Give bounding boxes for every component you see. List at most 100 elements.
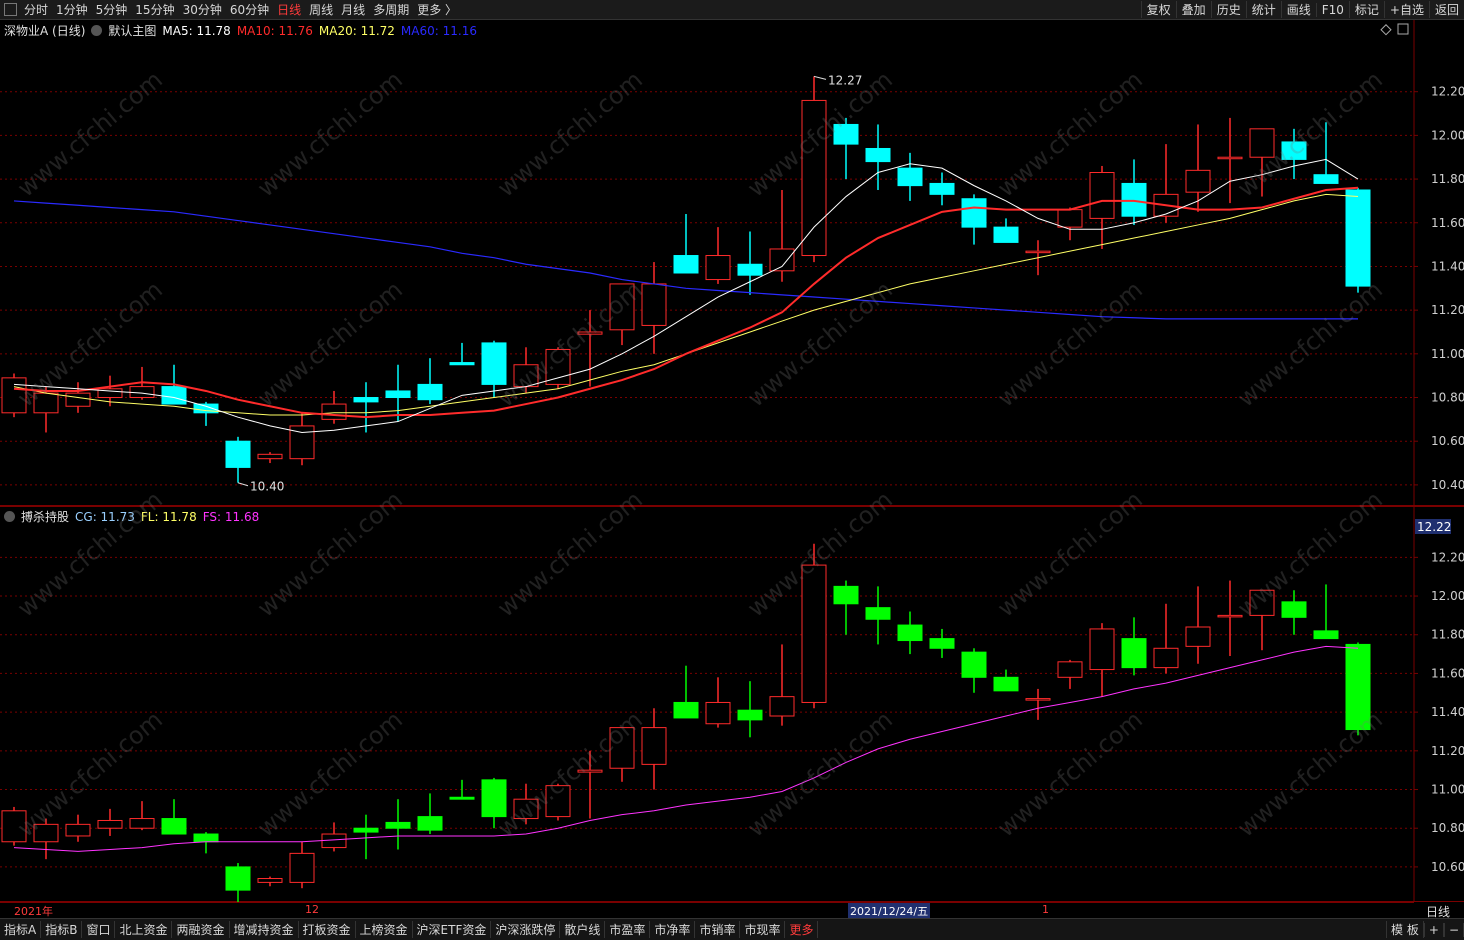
period-tab-8[interactable]: 月线: [337, 1, 369, 18]
ind-candle-body-36: [1153, 647, 1179, 669]
ind-candle-body-37: [1185, 626, 1211, 647]
ind-candle-body-24: [769, 696, 795, 717]
bottom-tab-4[interactable]: 两融资金: [172, 921, 230, 938]
toolbar-button-1[interactable]: 叠加: [1175, 1, 1211, 18]
main-y-tick-label-9: 10.40: [1431, 478, 1464, 492]
main-candle-body-12: [385, 390, 411, 399]
bottom-tab-1[interactable]: 指标B: [41, 921, 83, 938]
period-toolbar: 分时 1分钟 5分钟 15分钟 30分钟 60分钟 日线 周线 月线 多周期 更多 〉 复权 叠加 历史…: [0, 0, 1464, 20]
ind-candle-body-11: [353, 827, 379, 833]
ind-y-tick-label-6: 11.00: [1431, 783, 1464, 797]
toolbar-button-8[interactable]: 返回: [1428, 1, 1464, 18]
bottom-right-button-0[interactable]: 模 板: [1386, 921, 1424, 938]
ind-y-tick-label-1: 12.00: [1431, 589, 1464, 603]
bottom-tab-14[interactable]: 市现率: [740, 921, 786, 938]
indicator-chart[interactable]: 12.20 12.00 11.80 11.60 11.40 11.20 11.00 10.80…: [0, 506, 1464, 904]
bottom-tab-2[interactable]: 窗口: [82, 921, 116, 938]
cursor-date-label: 2021/12/24/五: [848, 903, 931, 919]
period-tab-5[interactable]: 60分钟: [226, 1, 273, 18]
period-tab-1[interactable]: 1分钟: [52, 1, 92, 18]
ind-y-tick-label-8: 10.60: [1431, 860, 1464, 874]
ind-y-tick-label-2: 11.80: [1431, 628, 1464, 642]
main-candle-body-11: [353, 397, 379, 403]
template-name[interactable]: 默认主图: [108, 22, 156, 39]
main-candle-body-24: [769, 248, 795, 272]
date-month-label-1: 1: [1042, 903, 1049, 916]
ma-legend-3: MA60: 11.16: [400, 23, 477, 38]
period-tab-0[interactable]: 分时: [20, 1, 52, 18]
main-candle-body-41: [1313, 174, 1339, 184]
period-tab-4[interactable]: 30分钟: [179, 1, 226, 18]
indicator-chart-canvas[interactable]: 12.20 12.00 11.80 11.60 11.40 11.20 11.00 10.80…: [0, 506, 1464, 904]
ind-candle-body-16: [513, 798, 539, 820]
toolbar-button-5[interactable]: F10: [1315, 2, 1349, 17]
bottom-right-button-2[interactable]: −: [1443, 922, 1464, 937]
ind-candle-body-15: [481, 779, 507, 818]
ma-legend-0: MA5: 11.78: [162, 23, 231, 38]
period-tab-3[interactable]: 15分钟: [131, 1, 178, 18]
ind-candle-body-8: [257, 878, 283, 883]
bottom-tab-5[interactable]: 增减持资金: [230, 921, 299, 938]
bottom-right-button-1[interactable]: +: [1423, 922, 1444, 937]
bottom-tab-10[interactable]: 散户线: [560, 921, 606, 938]
bottom-tab-0[interactable]: 指标A: [0, 921, 42, 938]
ind-candle-body-18: [577, 769, 603, 773]
main-chart-canvas[interactable]: 12.20 12.00 11.80 11.60 11.40 11.20 11.00 10.80…: [0, 20, 1464, 506]
bottom-tab-15[interactable]: 更多: [785, 921, 819, 938]
period-tab-7[interactable]: 周线: [305, 1, 337, 18]
main-candle-body-4: [129, 386, 155, 399]
indicator-name[interactable]: 搏杀持股: [21, 508, 69, 525]
ind-candle-body-42: [1345, 643, 1371, 731]
ind-candle-body-32: [1025, 698, 1051, 701]
bottom-tab-8[interactable]: 沪深ETF资金: [413, 921, 492, 938]
toolbar-button-6[interactable]: 标记: [1348, 1, 1384, 18]
ind-candle-body-20: [641, 727, 667, 765]
main-candle-body-22: [705, 255, 731, 281]
ind-candle-body-39: [1249, 589, 1275, 616]
main-y-tick-label-5: 11.20: [1431, 303, 1464, 317]
window-menu-icon[interactable]: [4, 3, 17, 16]
bottom-tab-3[interactable]: 北上资金: [115, 921, 173, 938]
main-candle-body-39: [1249, 128, 1275, 158]
period-tab-10[interactable]: 更多 〉: [413, 1, 461, 18]
period-tab-6[interactable]: 日线: [273, 1, 305, 18]
toolbar-button-4[interactable]: 画线: [1280, 1, 1316, 18]
main-y-tick-label-6: 11.00: [1431, 347, 1464, 361]
toolbar-button-0[interactable]: 复权: [1140, 1, 1176, 18]
main-y-tick-label-0: 12.20: [1431, 85, 1464, 99]
ind-candle-body-34: [1089, 628, 1115, 671]
ind-y-tick-label-7: 10.80: [1431, 821, 1464, 835]
bottom-tab-12[interactable]: 市净率: [650, 921, 696, 938]
ind-candle-body-14: [449, 796, 475, 800]
stock-title: 深物业A (日线): [4, 24, 86, 38]
main-candlestick-chart[interactable]: 12.20 12.00 11.80 11.60 11.40 11.20 11.00 10.80…: [0, 20, 1464, 506]
main-candle-body-40: [1281, 141, 1307, 160]
toolbar-button-3[interactable]: 统计: [1245, 1, 1281, 18]
ind-candle-body-30: [961, 651, 987, 678]
main-candle-body-21: [673, 255, 699, 274]
period-tab-2[interactable]: 5分钟: [92, 1, 132, 18]
ind-candle-body-25: [801, 564, 827, 703]
ind-candle-body-12: [385, 821, 411, 829]
bottom-tab-13[interactable]: 市销率: [695, 921, 741, 938]
template-toggle-icon[interactable]: [91, 25, 103, 36]
bottom-tab-7[interactable]: 上榜资金: [356, 921, 413, 938]
ind-candle-body-21: [673, 701, 699, 719]
toolbar-button-2[interactable]: 历史: [1210, 1, 1246, 18]
bottom-tab-6[interactable]: 打板资金: [299, 921, 356, 938]
main-candle-body-13: [417, 383, 443, 401]
bottom-tab-11[interactable]: 市盈率: [605, 921, 651, 938]
period-tab-9[interactable]: 多周期: [369, 1, 413, 18]
toolbar-button-7[interactable]: +自选: [1383, 1, 1429, 18]
main-candle-body-37: [1185, 169, 1211, 193]
indicator-toggle-icon[interactable]: [4, 511, 15, 522]
main-y-tick-label-2: 11.80: [1431, 172, 1464, 186]
main-candle-body-1: [33, 392, 59, 414]
high-annotation-label: 12.27: [828, 73, 862, 87]
bottom-tab-9[interactable]: 沪深涨跌停: [491, 921, 561, 938]
ind-candle-body-3: [97, 819, 123, 829]
main-legend: 深物业A (日线) 默认主图 MA5: 11.78 MA10: 11.76 MA20…: [4, 22, 477, 39]
main-candle-body-15: [481, 342, 507, 385]
ind-candle-body-23: [737, 709, 763, 721]
ind-candle-body-29: [929, 638, 955, 649]
